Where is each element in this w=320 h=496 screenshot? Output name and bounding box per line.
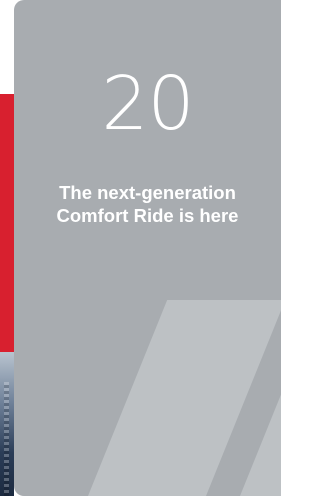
adjacent-card-photo	[0, 352, 14, 496]
promo-card[interactable]: 20 The next-generation Comfort Ride is h…	[14, 0, 281, 496]
card-headline-line-1: The next-generation	[59, 182, 236, 203]
adjacent-card-red-panel	[0, 94, 14, 352]
page: 20 The next-generation Comfort Ride is h…	[0, 0, 281, 496]
adjacent-card-edge[interactable]	[0, 94, 14, 496]
card-headline: The next-generation Comfort Ride is here	[14, 181, 281, 227]
card-headline-line-2: Comfort Ride is here	[56, 205, 239, 226]
card-number: 20	[101, 61, 194, 147]
